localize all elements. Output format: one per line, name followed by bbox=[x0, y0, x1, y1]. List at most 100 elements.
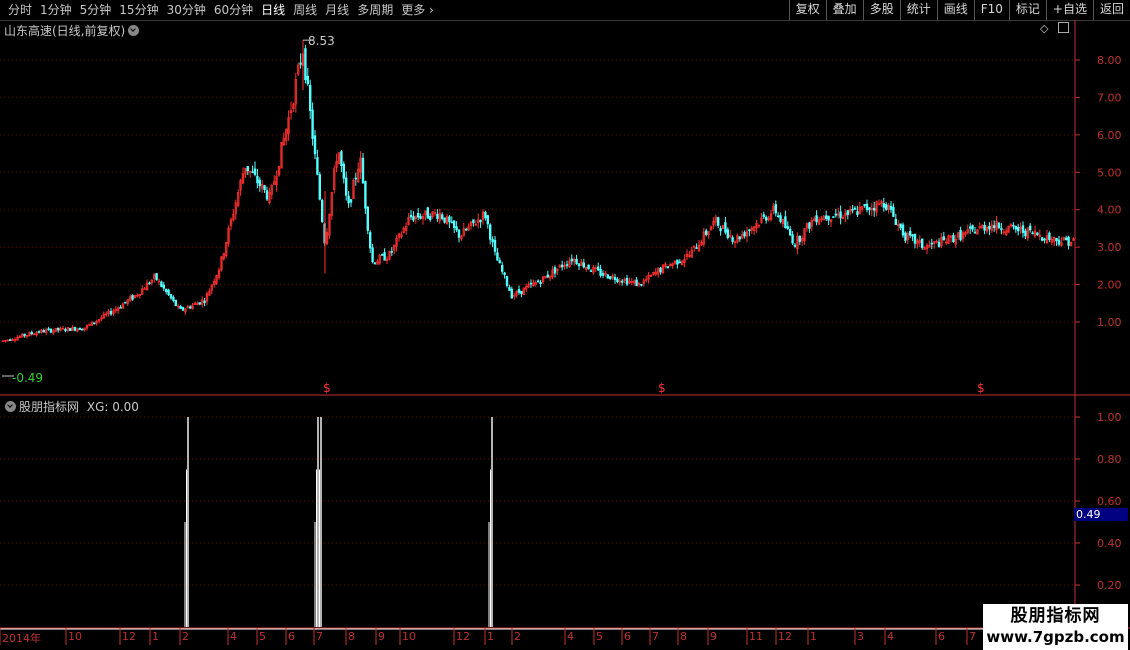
candle-body bbox=[762, 214, 766, 217]
candle-body bbox=[440, 214, 444, 219]
candle-body bbox=[856, 211, 859, 215]
candle-body bbox=[42, 330, 46, 333]
candle-body bbox=[892, 206, 895, 217]
candle-body bbox=[1021, 225, 1025, 233]
candle-body bbox=[1016, 226, 1020, 232]
x-tick-label: 4 bbox=[567, 630, 574, 643]
candle-body bbox=[839, 211, 842, 219]
watermark-url: www.7gpzb.com bbox=[986, 628, 1125, 646]
x-tick-label: 7 bbox=[969, 630, 976, 643]
candle-body bbox=[815, 215, 818, 223]
candle-body bbox=[968, 226, 972, 229]
candle-body bbox=[1055, 237, 1058, 242]
candle-body bbox=[179, 305, 182, 309]
candle-body bbox=[1036, 232, 1039, 236]
candle-body bbox=[78, 327, 82, 330]
x-tick-label: 1 bbox=[810, 630, 817, 643]
y-tick-label: 0.40 bbox=[1097, 537, 1122, 550]
x-tick-label: 11 bbox=[749, 630, 763, 643]
watermark: 股朋指标网 www.7gpzb.com bbox=[983, 604, 1128, 650]
candle-body bbox=[30, 332, 33, 335]
x-tick-label: 9 bbox=[710, 630, 717, 643]
x-tick-label: 4 bbox=[887, 630, 894, 643]
candle-body bbox=[416, 213, 420, 218]
candle-body bbox=[726, 229, 730, 238]
candle-body bbox=[539, 282, 542, 285]
candle-body bbox=[863, 203, 866, 207]
x-tick-label: 7 bbox=[652, 630, 659, 643]
candle-body bbox=[786, 226, 790, 229]
x-tick-label: 10 bbox=[402, 630, 416, 643]
candle-body bbox=[620, 280, 624, 283]
candle-body bbox=[69, 328, 72, 332]
x-tick-label: 2 bbox=[514, 630, 521, 643]
candle-body bbox=[920, 238, 924, 248]
candle-body bbox=[349, 199, 353, 203]
candle-body bbox=[452, 220, 456, 229]
candle-body bbox=[124, 301, 127, 304]
candle-body bbox=[824, 215, 828, 220]
x-tick-label: 9 bbox=[378, 630, 385, 643]
candle-body bbox=[716, 217, 720, 226]
candle-body bbox=[695, 247, 698, 249]
candle-body bbox=[865, 203, 869, 210]
x-tick-label: 7 bbox=[316, 630, 323, 643]
candle-body bbox=[148, 282, 151, 285]
candle-body bbox=[743, 232, 746, 237]
candle-body bbox=[258, 179, 261, 187]
candle-body bbox=[724, 222, 727, 233]
candle-body bbox=[503, 272, 506, 275]
x-tick-label: 8 bbox=[680, 630, 687, 643]
y-tick-label: 3.00 bbox=[1097, 241, 1122, 254]
candle-body bbox=[546, 274, 550, 278]
x-tick-label: 5 bbox=[259, 630, 266, 643]
candle-body bbox=[798, 235, 802, 242]
low-price-label: -0.49 bbox=[12, 371, 43, 385]
candle-body bbox=[589, 270, 593, 272]
candle-body bbox=[793, 244, 797, 247]
candle-body bbox=[436, 213, 439, 219]
candle-body bbox=[313, 135, 317, 155]
candle-body bbox=[253, 168, 257, 175]
candle-body bbox=[457, 229, 461, 238]
kline-chart[interactable]: 8.00 7.00 6.00 5.00 4.00 3.00 2.00 1.00 1.00 0.80… bbox=[0, 0, 1130, 650]
x-tick-label: 2 bbox=[182, 630, 189, 643]
candle-body bbox=[1067, 236, 1070, 246]
candle-body bbox=[1057, 239, 1061, 245]
candle-body bbox=[731, 237, 734, 242]
candle-body bbox=[256, 175, 259, 184]
candle-body bbox=[764, 216, 768, 221]
candle-body bbox=[371, 247, 374, 263]
candle-body bbox=[704, 230, 708, 235]
candle-body bbox=[952, 235, 955, 243]
candle-body bbox=[779, 215, 782, 222]
x-tick-label: 2014年 bbox=[2, 632, 41, 645]
candle-body bbox=[774, 204, 778, 214]
candle-body bbox=[496, 252, 499, 261]
dividend-marker: $ bbox=[977, 381, 985, 395]
candle-body bbox=[827, 215, 830, 221]
candle-body bbox=[988, 225, 991, 230]
high-price-label: 8.53 bbox=[308, 34, 335, 48]
candle-body bbox=[601, 273, 605, 276]
candle-body bbox=[304, 48, 307, 81]
x-tick-label: 6 bbox=[938, 630, 945, 643]
candle-body bbox=[189, 306, 192, 309]
candle-body bbox=[169, 294, 173, 299]
candle-body bbox=[582, 262, 586, 268]
candle-body bbox=[412, 216, 415, 221]
candle-body bbox=[23, 333, 26, 337]
indicator-current-value: 0.49 bbox=[1074, 508, 1128, 521]
x-tick-label: 12 bbox=[122, 630, 136, 643]
candle-body bbox=[613, 277, 617, 281]
candle-body bbox=[344, 177, 348, 196]
dividend-marker: $ bbox=[323, 381, 331, 395]
candle-body bbox=[479, 219, 482, 223]
candle-body bbox=[575, 258, 578, 265]
candle-body bbox=[347, 195, 350, 204]
candle-body bbox=[599, 269, 602, 276]
candle-body bbox=[73, 326, 77, 331]
candle-body bbox=[162, 284, 165, 289]
candle-body bbox=[380, 254, 384, 256]
candle-body bbox=[616, 278, 619, 282]
